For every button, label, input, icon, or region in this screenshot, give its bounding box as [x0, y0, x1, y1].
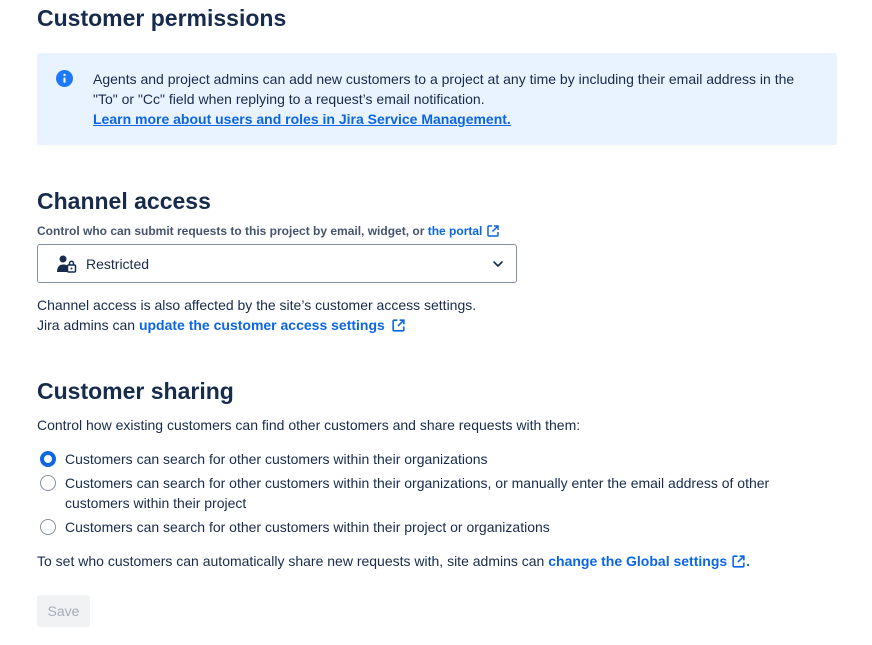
global-settings-note: To set who customers can automatically s… — [37, 551, 750, 571]
channel-access-note-prefix: Jira admins can — [37, 317, 139, 333]
update-access-settings-text[interactable]: update the customer access settings — [139, 317, 385, 333]
channel-access-note-line1: Channel access is also affected by the s… — [37, 297, 477, 313]
sharing-option-label[interactable]: Customers can search for other customers… — [65, 449, 785, 469]
info-icon — [56, 70, 73, 87]
customer-sharing-description: Control how existing customers can find … — [37, 417, 581, 433]
chevron-down-icon — [493, 261, 503, 267]
info-banner-message: Agents and project admins can add new cu… — [93, 71, 795, 107]
sharing-option-label[interactable]: Customers can search for other customers… — [65, 517, 785, 537]
portal-link[interactable]: the portal — [428, 224, 501, 238]
channel-access-label: Control who can submit requests to this … — [37, 223, 500, 239]
global-settings-note-text: To set who customers can automatically s… — [37, 553, 549, 569]
change-global-settings-link[interactable]: change the Global settings. — [548, 553, 750, 569]
page-title: Customer permissions — [37, 5, 287, 31]
update-access-settings-link[interactable]: update the customer access settings — [139, 317, 406, 333]
portal-link-text[interactable]: the portal — [428, 224, 483, 238]
user-lock-icon — [57, 255, 77, 273]
info-banner: Agents and project admins can add new cu… — [37, 53, 837, 145]
channel-access-heading: Channel access — [37, 188, 211, 214]
channel-access-value: Restricted — [86, 256, 150, 272]
external-link-icon — [487, 225, 500, 237]
channel-access-label-text: Control who can submit requests to this … — [37, 224, 428, 238]
channel-access-note: Channel access is also affected by the s… — [37, 295, 476, 335]
sharing-option-label[interactable]: Customers can search for other customers… — [65, 473, 785, 513]
info-banner-text: Agents and project admins can add new cu… — [93, 69, 813, 129]
external-link-icon — [392, 319, 405, 332]
change-global-settings-text[interactable]: change the Global settings — [548, 553, 727, 569]
learn-more-link[interactable]: Learn more about users and roles in Jira… — [93, 111, 511, 127]
channel-access-select[interactable]: Restricted — [37, 244, 517, 283]
footer-period: . — [746, 553, 751, 569]
radio-button-selected[interactable] — [40, 451, 56, 467]
radio-button[interactable] — [40, 519, 56, 535]
customer-sharing-heading: Customer sharing — [37, 378, 234, 404]
customer-permissions-page: Customer permissions Agents and project … — [0, 0, 872, 645]
radio-button[interactable] — [40, 475, 56, 491]
external-link-icon — [732, 555, 745, 568]
save-button[interactable]: Save — [37, 595, 90, 627]
